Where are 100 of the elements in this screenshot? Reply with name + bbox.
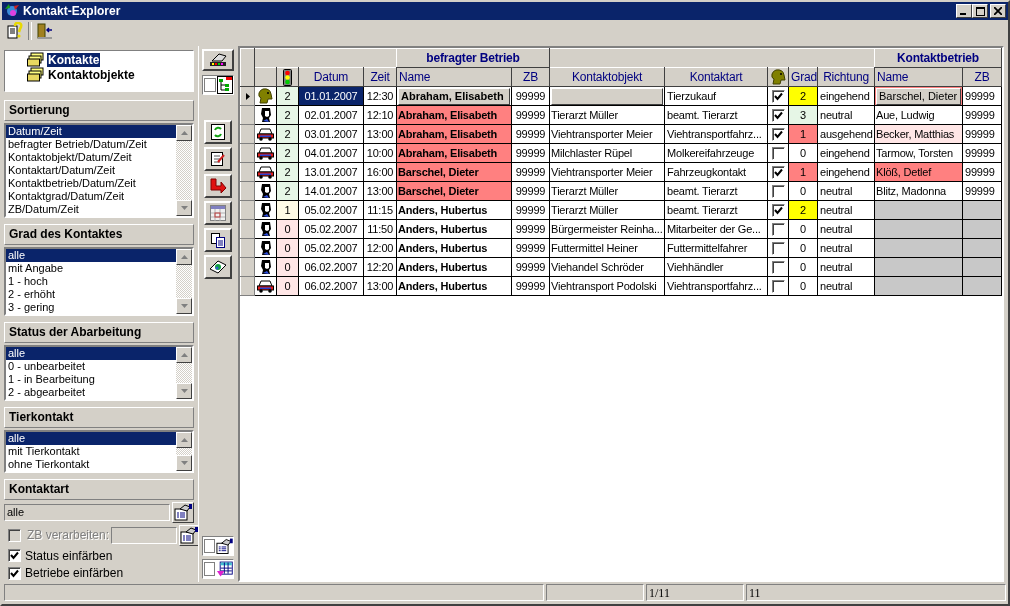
tree-item[interactable]: Kontakte <box>47 52 101 67</box>
list-item[interactable]: Kontaktobjekt/Datum/Zeit <box>6 151 176 164</box>
checkbox[interactable] <box>204 539 216 553</box>
column-header[interactable]: Grad <box>788 67 818 87</box>
checkbox-label: ZB verarbeiten: <box>27 528 110 543</box>
list-item[interactable]: alle <box>6 432 176 445</box>
checkbox[interactable] <box>771 279 785 293</box>
select-button[interactable] <box>179 524 200 546</box>
checkbox[interactable] <box>771 203 785 217</box>
select-button[interactable] <box>172 502 194 524</box>
name-cell-button[interactable]: Barschel, Dieter <box>876 87 961 105</box>
list-item[interactable]: mit Angabe <box>6 262 176 275</box>
scrollbar[interactable] <box>176 125 192 216</box>
jump-button[interactable] <box>204 174 232 198</box>
minimize-button[interactable] <box>956 4 972 18</box>
column-header[interactable]: Kontaktobjekt <box>549 67 665 87</box>
checkbox[interactable] <box>771 165 785 179</box>
list-item[interactable]: ZB/Datum/Zeit <box>6 203 176 216</box>
name-cell-button[interactable]: Abraham, Elisabeth <box>398 87 510 105</box>
table-cell: 99999 <box>511 219 550 239</box>
zb-field[interactable] <box>111 526 178 544</box>
current-row-icon <box>245 93 250 100</box>
checkbox[interactable] <box>771 260 785 274</box>
tree-item[interactable]: Kontaktobjekte <box>47 67 136 82</box>
column-header[interactable]: Richtung <box>817 67 875 87</box>
refresh-button[interactable] <box>204 120 232 144</box>
map-button[interactable] <box>204 255 232 279</box>
help-button[interactable] <box>6 22 24 40</box>
table-cell: Anders, Hubertus <box>398 204 488 216</box>
list-item[interactable]: 2 - erhöht <box>6 288 176 301</box>
list-item[interactable]: Kontaktbetrieb/Datum/Zeit <box>6 177 176 190</box>
list-item[interactable]: 2 - abgearbeitet <box>6 386 176 399</box>
table-cell: 13:00 <box>363 276 397 296</box>
person-icon <box>258 183 273 199</box>
kontaktart-field[interactable]: alle <box>4 504 170 522</box>
app-icon <box>4 3 20 19</box>
cell-button[interactable] <box>551 87 663 105</box>
table-cell: Blitz, Madonna <box>876 185 946 197</box>
checkbox[interactable] <box>204 562 216 576</box>
checkbox[interactable] <box>771 127 785 141</box>
checkbox[interactable] <box>204 78 216 92</box>
scroll-up-button[interactable] <box>176 125 192 141</box>
checkbox-label: Status einfärben <box>25 548 113 563</box>
table-cell: 13:00 <box>363 181 397 201</box>
list-item[interactable]: 0 - unbearbeitet <box>6 360 176 373</box>
checkbox[interactable] <box>8 566 21 580</box>
list-item[interactable]: ohne Tierkontakt <box>6 458 176 471</box>
checkbox[interactable] <box>771 241 785 255</box>
dog-icon <box>258 88 273 104</box>
notepad-pencil-icon <box>210 151 226 167</box>
list-item[interactable]: mit Tierkontakt <box>6 445 176 458</box>
exit-button[interactable] <box>36 22 54 40</box>
table-cell: ausgehend <box>817 124 875 144</box>
calendar-button[interactable] <box>204 201 232 225</box>
maximize-icon <box>975 6 985 16</box>
checkbox[interactable] <box>8 549 21 563</box>
table-cell: Klöß, Detlef <box>876 166 932 178</box>
edit-button[interactable] <box>204 147 232 171</box>
scrollbar[interactable] <box>176 249 192 314</box>
list-item[interactable]: 1 - hoch <box>6 275 176 288</box>
color-settings-button[interactable] <box>202 49 234 71</box>
column-header[interactable]: Kontaktart <box>664 67 768 87</box>
scroll-up-button[interactable] <box>176 432 192 448</box>
checkbox[interactable] <box>771 89 785 103</box>
checkbox[interactable] <box>771 146 785 160</box>
table-cell: 04.01.2007 <box>298 143 364 163</box>
close-button[interactable] <box>990 4 1006 18</box>
scroll-up-button[interactable] <box>176 249 192 265</box>
tree-view-toggle[interactable] <box>202 75 234 95</box>
list-item[interactable]: alle <box>6 249 176 262</box>
column-header[interactable]: Zeit <box>363 67 397 87</box>
table-cell: eingehend <box>817 86 875 106</box>
copy-button[interactable] <box>204 228 232 252</box>
car-icon <box>257 146 274 160</box>
checkbox[interactable] <box>771 222 785 236</box>
scroll-down-button[interactable] <box>176 298 192 314</box>
grid-view-toggle[interactable] <box>202 559 234 579</box>
maximize-button[interactable] <box>972 4 988 18</box>
checkbox[interactable] <box>771 108 785 122</box>
scrollbar[interactable] <box>176 347 192 399</box>
form-view-toggle[interactable] <box>202 536 234 556</box>
list-item[interactable]: Kontaktart/Datum/Zeit <box>6 164 176 177</box>
list-item[interactable]: alle <box>6 347 176 360</box>
scroll-down-button[interactable] <box>176 455 192 471</box>
table-cell: Tierarzt Müller <box>551 185 618 197</box>
column-header[interactable]: Datum <box>298 67 364 87</box>
list-item[interactable]: 1 - in Bearbeitung <box>6 373 176 386</box>
scroll-down-button[interactable] <box>176 383 192 399</box>
scroll-down-button[interactable] <box>176 200 192 216</box>
scrollbar[interactable] <box>176 432 192 471</box>
bent-arrow-icon <box>209 178 227 194</box>
scroll-up-button[interactable] <box>176 347 192 363</box>
table-cell: 99999 <box>962 86 1002 106</box>
checkbox[interactable] <box>771 184 785 198</box>
list-item[interactable]: befragter Betrieb/Datum/Zeit <box>6 138 176 151</box>
list-item[interactable]: Datum/Zeit <box>6 125 176 138</box>
exit-door-icon <box>36 22 54 40</box>
table-cell: 12:00 <box>363 238 397 258</box>
list-item[interactable]: Kontaktgrad/Datum/Zeit <box>6 190 176 203</box>
list-item[interactable]: 3 - gering <box>6 301 176 314</box>
